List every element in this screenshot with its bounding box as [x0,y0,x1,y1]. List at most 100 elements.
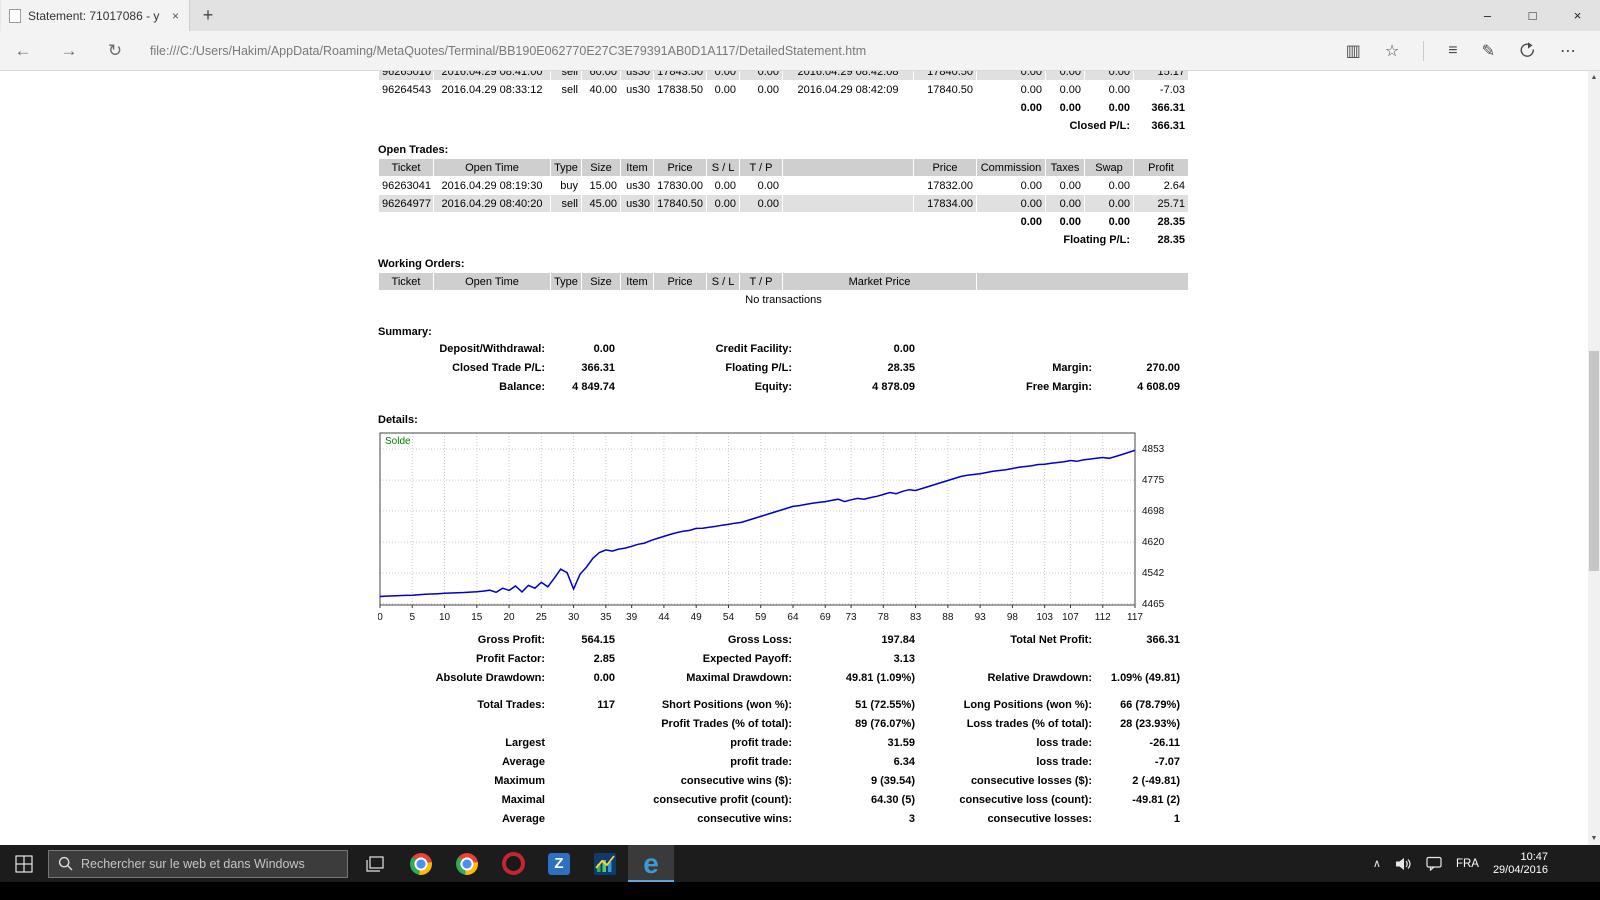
h-size: Size [582,159,620,176]
h-sl: S / L [707,159,739,176]
c-size: 15.00 [582,177,620,194]
c-item: us30 [621,71,653,80]
taskbar-app-edge[interactable]: e [628,845,674,882]
kv-value: 197.84 [795,631,918,650]
taskbar-app-z[interactable]: Z [536,845,582,882]
close-button[interactable]: × [1555,0,1600,31]
taskbar-app-chrome-2[interactable] [444,845,490,882]
details-stats-table: Gross Profit: 564.15 Gross Loss: 197.84 … [378,631,1183,829]
browser-toolbar: ← → ↻ file:///C:/Users/Hakim/AppData/Roa… [0,31,1600,71]
language-indicator[interactable]: FRA [1456,858,1479,870]
browser-tab[interactable]: Statement: 71017086 - y × [0,0,190,31]
kv-value: 0.00 [548,340,618,359]
kv-value: 4 849.74 [548,378,618,397]
scroll-up-icon[interactable]: ▲ [1588,71,1600,84]
statement-page: 96265010 2016.04.29 08:41:00 sell 60.00 … [378,71,1190,829]
totals-row: 0.00 0.00 0.00 28.35 [379,213,1188,230]
svg-text:44: 44 [658,612,670,623]
c-profit: -7.03 [1134,81,1188,98]
tab-close-icon[interactable]: × [170,9,181,23]
h-price: Price [654,273,706,290]
kv-label: Long Positions (won %): [918,696,1095,715]
c-open-time: 2016.04.29 08:19:30 [434,177,550,194]
h-swap: Swap [1085,159,1133,176]
c-item: us30 [621,81,653,98]
c-swap: 0.00 [1085,177,1133,194]
kv-label: Maximum [378,772,548,791]
taskbar-app-metatrader[interactable] [582,845,628,882]
kv-label: Largest [378,734,548,753]
svg-text:112: 112 [1095,612,1111,623]
total-swap: 0.00 [1085,213,1133,230]
taskbar-app-red[interactable] [490,845,536,882]
c-cur-price: 17832.00 [914,177,976,194]
reading-view-icon[interactable]: ▥ [1346,41,1361,61]
svg-text:83: 83 [910,612,922,623]
forward-icon[interactable]: → [46,41,92,61]
h-open-time: Open Time [434,159,550,176]
kv-label: Maximal Drawdown: [618,669,795,688]
kv-label: Gross Loss: [618,631,795,650]
c-size: 40.00 [582,81,620,98]
h-blank [783,159,913,176]
svg-text:73: 73 [846,612,858,623]
taskbar-app-chrome-1[interactable] [398,845,444,882]
page-scrollbar[interactable]: ▲ ▼ [1588,71,1600,845]
total-profit: 366.31 [1134,99,1188,116]
c-commission: 0.00 [977,195,1045,212]
c-size: 45.00 [582,195,620,212]
address-bar[interactable]: file:///C:/Users/Hakim/AppData/Roaming/M… [150,44,1322,58]
window-controls: – □ × [1465,0,1600,31]
total-taxes: 0.00 [1046,213,1084,230]
kv-label: Gross Profit: [378,631,548,650]
kv-value: -7.07 [1095,753,1183,772]
kv-label: consecutive profit (count): [618,791,795,810]
web-note-icon[interactable]: ✎ [1482,41,1495,61]
search-icon [58,856,73,871]
taskbar-search-input[interactable]: Rechercher sur le web et dans Windows [48,850,348,878]
c-item: us30 [621,195,653,212]
c-type: sell [551,81,581,98]
new-tab-button[interactable]: + [190,0,226,31]
volume-icon[interactable] [1395,857,1412,871]
clock-time: 10:47 [1493,851,1548,864]
table-row: 96264977 2016.04.29 08:40:20 sell 45.00 … [379,195,1188,212]
table-row: 96264543 2016.04.29 08:33:12 sell 40.00 … [379,81,1188,98]
clock-date: 29/04/2016 [1493,864,1548,877]
kv-value: 1 [1095,810,1183,829]
table-header-row: Ticket Open Time Type Size Item Price S … [379,273,1188,290]
task-view-button[interactable] [352,845,398,882]
kv-value: 9 (39.54) [795,772,918,791]
scrollbar-thumb[interactable] [1589,351,1599,571]
c-profit: 2.64 [1134,177,1188,194]
refresh-icon[interactable]: ↻ [92,41,138,61]
kv-label: Relative Drawdown: [918,669,1095,688]
more-icon[interactable]: ⋯ [1560,41,1576,61]
h-ticket: Ticket [379,159,433,176]
back-icon[interactable]: ← [0,41,46,61]
svg-text:4620: 4620 [1142,537,1165,548]
summary-heading: Summary: [378,326,1190,338]
summary-row: Balance: 4 849.74 Equity: 4 878.09 Free … [378,378,1183,397]
taskbar-clock[interactable]: 10:47 29/04/2016 [1493,851,1548,877]
open-trades-table: Ticket Open Time Type Size Item Price S … [378,158,1189,249]
start-button[interactable] [0,845,48,882]
kv-label: Margin: [918,359,1095,378]
notification-icon[interactable] [1426,856,1442,871]
hub-icon[interactable]: ≡ [1448,42,1457,60]
c-type: sell [551,71,581,80]
share-icon[interactable] [1519,42,1536,59]
tray-chevron-icon[interactable]: ∧ [1373,857,1381,870]
h-size: Size [582,273,620,290]
scroll-down-icon[interactable]: ▼ [1588,832,1600,845]
c-close-price: 17840.50 [914,81,976,98]
kv-value [548,810,618,829]
c-price: 17843.50 [654,71,706,80]
kv-label: consecutive losses: [918,810,1095,829]
minimize-button[interactable]: – [1465,0,1510,31]
maximize-button[interactable]: □ [1510,0,1555,31]
spacer-row [378,688,1183,696]
favorites-star-icon[interactable]: ☆ [1385,41,1399,61]
red-ring-icon [502,852,525,875]
totals-spacer [379,213,976,230]
